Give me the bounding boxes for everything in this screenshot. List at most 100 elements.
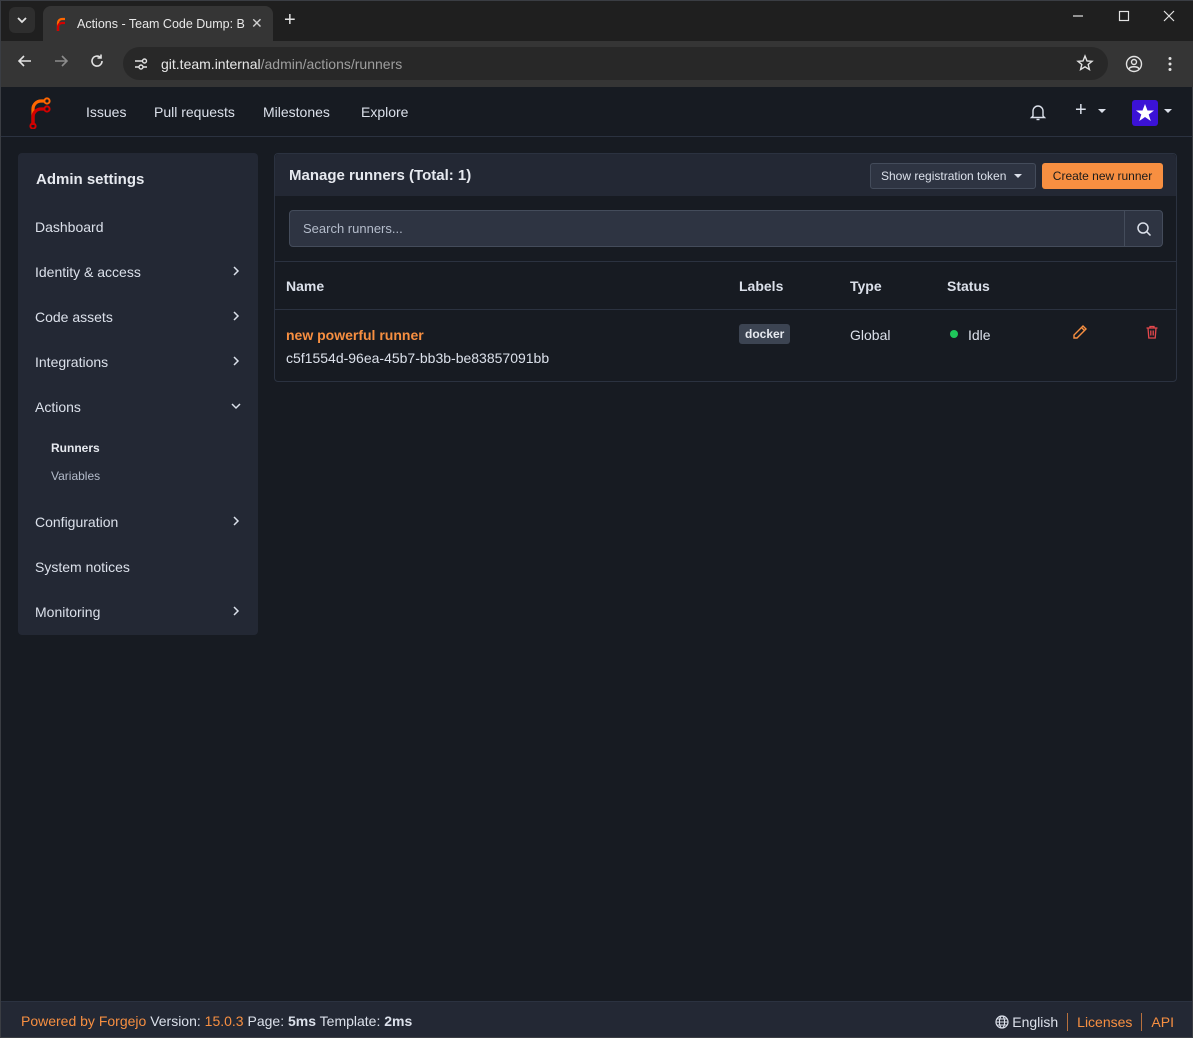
nav-pull-requests[interactable]: Pull requests xyxy=(154,104,235,120)
show-registration-token-button[interactable]: Show registration token xyxy=(870,163,1036,189)
site-settings-icon xyxy=(135,57,148,70)
bookmark-star-icon[interactable] xyxy=(1076,54,1094,72)
minimize-button[interactable] xyxy=(1072,9,1084,27)
trash-icon[interactable] xyxy=(1144,324,1160,340)
sidebar-item-label: Configuration xyxy=(35,514,119,530)
nav-milestones[interactable]: Milestones xyxy=(263,104,330,120)
chevron-down-icon xyxy=(17,17,27,24)
sidebar-item-system-notices[interactable]: System notices xyxy=(35,559,241,575)
table-divider xyxy=(275,261,1176,262)
footer-info: Powered by Forgejo Version: 15.0.3 Page:… xyxy=(21,1013,412,1029)
back-button[interactable] xyxy=(14,53,36,74)
panel-header: Manage runners (Total: 1) Show registrat… xyxy=(275,154,1176,196)
language-selector[interactable]: English xyxy=(995,1014,1058,1030)
bell-icon[interactable] xyxy=(1029,103,1047,121)
sidebar-item-label: Integrations xyxy=(35,354,109,370)
sidebar-item-label: System notices xyxy=(35,559,130,575)
create-new-runner-button[interactable]: Create new runner xyxy=(1042,163,1163,189)
sidebar-item-integrations[interactable]: Integrations xyxy=(35,354,241,370)
top-navbar: Issues Pull requests Milestones Explore … xyxy=(1,87,1192,137)
tab-search-button[interactable] xyxy=(9,7,35,33)
globe-icon xyxy=(995,1015,1009,1029)
address-bar[interactable]: git.team.internal/admin/actions/runners xyxy=(123,47,1108,80)
caret-down-icon xyxy=(1164,109,1172,113)
avatar xyxy=(1132,100,1158,126)
runner-name-link[interactable]: new powerful runner xyxy=(286,327,424,343)
tab-title: Actions - Team Code Dump: Beyond coding.… xyxy=(77,16,245,31)
minimize-icon xyxy=(1073,15,1083,17)
sidebar-item-dashboard[interactable]: Dashboard xyxy=(35,219,241,235)
browser-tab[interactable]: Actions - Team Code Dump: Beyond coding.… xyxy=(43,6,273,41)
template-label: Template: xyxy=(319,1013,381,1029)
sidebar-item-label: Actions xyxy=(35,399,81,415)
search-icon xyxy=(1136,221,1151,236)
caret-down-icon xyxy=(1014,174,1023,178)
page-footer: Powered by Forgejo Version: 15.0.3 Page:… xyxy=(1,1001,1192,1037)
tab-bar: Actions - Team Code Dump: Beyond coding.… xyxy=(1,1,1193,41)
reload-icon xyxy=(91,54,103,67)
sidebar-item-label: Dashboard xyxy=(35,219,104,235)
reload-button[interactable] xyxy=(86,53,108,74)
forgejo-page: Issues Pull requests Milestones Explore … xyxy=(1,87,1192,1037)
plus-icon: + xyxy=(1075,99,1087,121)
status-dot-icon xyxy=(950,330,958,338)
sidebar-item-identity-access[interactable]: Identity & access xyxy=(35,264,241,280)
runners-panel: Manage runners (Total: 1) Show registrat… xyxy=(274,153,1177,382)
forward-button[interactable] xyxy=(50,53,72,74)
column-header-name: Name xyxy=(286,278,325,294)
chevron-right-icon xyxy=(233,606,240,616)
forgejo-favicon-icon xyxy=(56,17,65,31)
sidebar-item-label: Code assets xyxy=(35,309,113,325)
maximize-button[interactable] xyxy=(1118,9,1130,27)
caret-down-icon xyxy=(1098,109,1106,113)
search-button[interactable] xyxy=(1124,210,1163,247)
close-icon xyxy=(1163,10,1175,22)
maximize-icon xyxy=(1118,10,1130,22)
chevron-right-icon xyxy=(233,311,240,321)
chevron-right-icon xyxy=(233,516,240,526)
sidebar-item-label: Monitoring xyxy=(35,604,101,620)
sidebar-item-actions[interactable]: Actions xyxy=(35,399,241,415)
nav-explore[interactable]: Explore xyxy=(361,104,408,120)
close-window-button[interactable] xyxy=(1163,9,1175,27)
version-link[interactable]: 15.0.3 xyxy=(205,1013,244,1029)
url-path: /admin/actions/runners xyxy=(260,55,403,72)
arrow-right-icon xyxy=(55,55,69,67)
template-time: 2ms xyxy=(384,1013,413,1029)
button-label: Show registration token xyxy=(881,169,1007,183)
sidebar-item-configuration[interactable]: Configuration xyxy=(35,514,241,530)
column-header-status: Status xyxy=(947,278,990,294)
divider xyxy=(1141,1013,1143,1031)
sidebar-item-monitoring[interactable]: Monitoring xyxy=(35,604,241,620)
runner-uuid: c5f1554d-96ea-45b7-bb3b-be83857091bb xyxy=(286,350,550,366)
arrow-left-icon xyxy=(17,55,31,67)
version-label: Version: xyxy=(150,1013,201,1029)
nav-issues[interactable]: Issues xyxy=(86,104,126,120)
column-header-labels: Labels xyxy=(739,278,784,294)
new-tab-button[interactable]: + xyxy=(284,9,296,31)
licenses-link[interactable]: Licenses xyxy=(1077,1014,1132,1030)
sidebar-subitem-variables[interactable]: Variables xyxy=(51,469,100,483)
tab-close-icon[interactable]: ✕ xyxy=(251,15,263,32)
powered-by-link[interactable]: Powered by Forgejo xyxy=(21,1013,146,1029)
url-text: git.team.internal/admin/actions/runners xyxy=(161,56,402,72)
divider xyxy=(1067,1013,1069,1031)
browser-menu-icon[interactable] xyxy=(1161,55,1179,73)
browser-toolbar: git.team.internal/admin/actions/runners xyxy=(1,41,1193,87)
sidebar-title: Admin settings xyxy=(36,171,145,188)
admin-sidebar: Admin settings Dashboard Identity & acce… xyxy=(18,153,258,635)
pencil-icon[interactable] xyxy=(1072,324,1088,340)
page-time: 5ms xyxy=(287,1013,317,1029)
chevron-down-icon xyxy=(231,403,241,410)
search-input[interactable] xyxy=(289,210,1125,247)
sidebar-subitem-runners[interactable]: Runners xyxy=(51,441,100,455)
sidebar-item-code-assets[interactable]: Code assets xyxy=(35,309,241,325)
footer-links: English Licenses API xyxy=(995,1013,1174,1031)
avatar-star-icon xyxy=(1136,104,1154,121)
runner-type: Global xyxy=(850,327,891,343)
profile-icon[interactable] xyxy=(1125,55,1143,73)
forgejo-logo-icon[interactable] xyxy=(27,95,51,129)
table-divider xyxy=(275,309,1176,310)
chevron-right-icon xyxy=(233,356,240,366)
api-link[interactable]: API xyxy=(1151,1014,1174,1030)
